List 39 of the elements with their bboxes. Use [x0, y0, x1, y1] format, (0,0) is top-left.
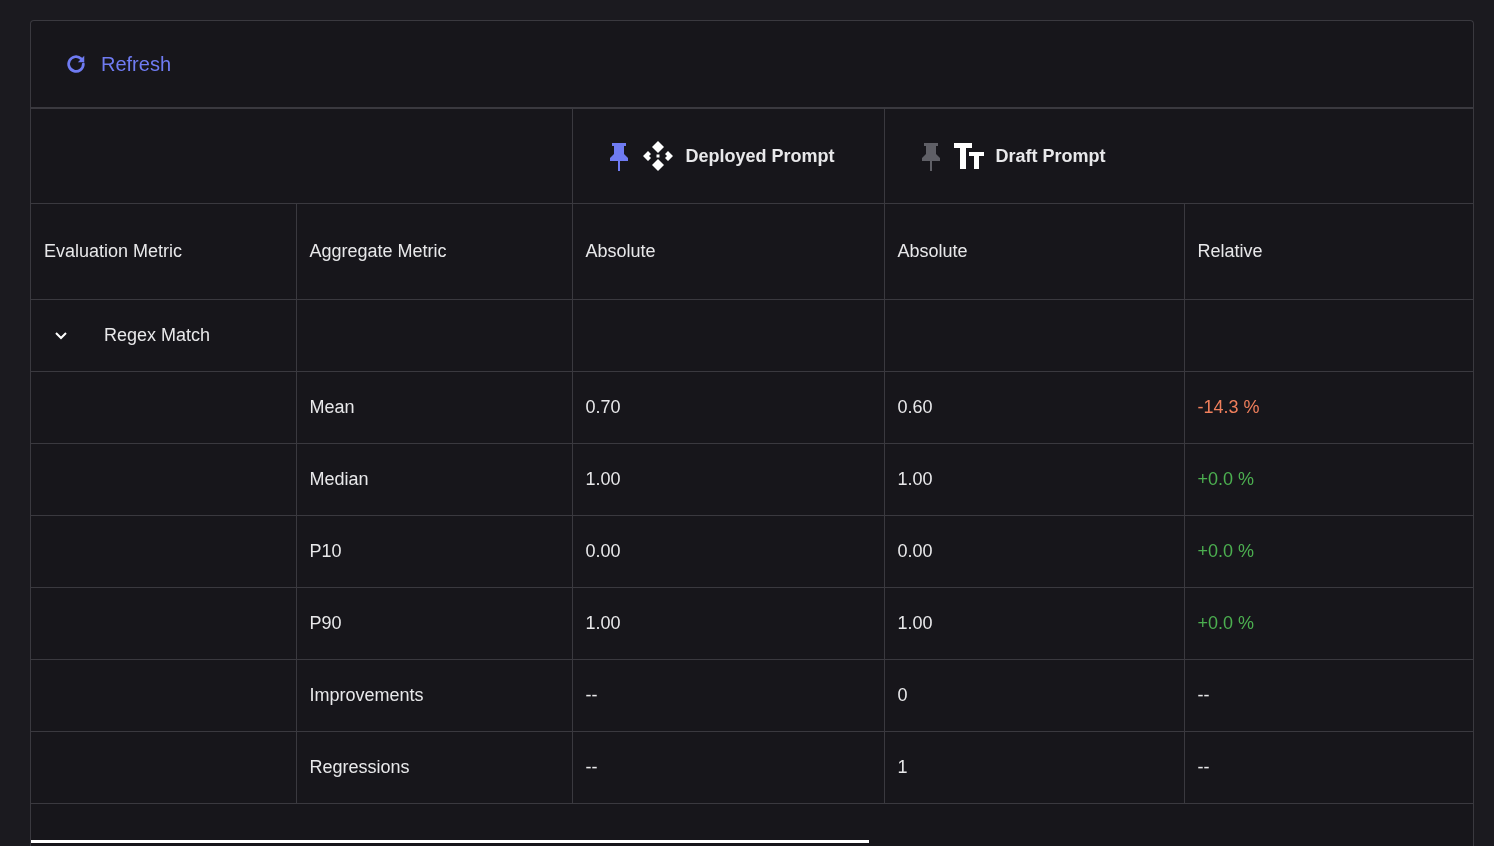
group-name: Regex Match [104, 324, 211, 347]
table-cell: 0.00 [585, 541, 621, 561]
table-cell: -- [585, 757, 598, 777]
prompt-name: Draft Prompt [995, 144, 1106, 168]
relative-change: -14.3 % [1197, 397, 1260, 417]
table-cell: 1.00 [585, 613, 621, 633]
relative-change: -- [1197, 757, 1210, 777]
table-cell: 0.60 [897, 397, 933, 417]
table-cell: 1 [897, 757, 908, 777]
scrollbar-thumb[interactable] [31, 840, 869, 843]
table-cell: P90 [309, 613, 342, 633]
table-cell: 0.70 [585, 397, 621, 417]
column-header: Absolute [897, 241, 968, 261]
relative-change: +0.0 % [1197, 613, 1255, 633]
relative-change: -- [1197, 685, 1210, 705]
prompt-name: Deployed Prompt [685, 144, 835, 168]
pin-icon[interactable] [607, 141, 630, 171]
column-header: Aggregate Metric [309, 241, 447, 261]
relative-change: +0.0 % [1197, 469, 1255, 489]
text-size-icon [953, 143, 984, 169]
table-cell: 0.00 [897, 541, 933, 561]
table-cell: P10 [309, 541, 342, 561]
table-cell: 1.00 [585, 469, 621, 489]
table-cell: Regressions [309, 757, 410, 777]
relative-change: +0.0 % [1197, 541, 1255, 561]
table-cell: 1.00 [897, 613, 933, 633]
diamond-grid-icon [641, 140, 674, 172]
table-cell: -- [585, 685, 598, 705]
table-cell: 1.00 [897, 469, 933, 489]
table-cell: 0 [897, 685, 908, 705]
refresh-icon [65, 53, 87, 75]
table-cell: Improvements [309, 685, 424, 705]
pin-icon[interactable] [919, 141, 942, 171]
column-header: Absolute [585, 241, 656, 261]
refresh-button[interactable]: Refresh [65, 49, 172, 79]
table-cell: Mean [309, 397, 355, 417]
column-header: Evaluation Metric [44, 241, 183, 261]
table-cell: Median [309, 469, 369, 489]
column-header: Relative [1197, 241, 1263, 261]
